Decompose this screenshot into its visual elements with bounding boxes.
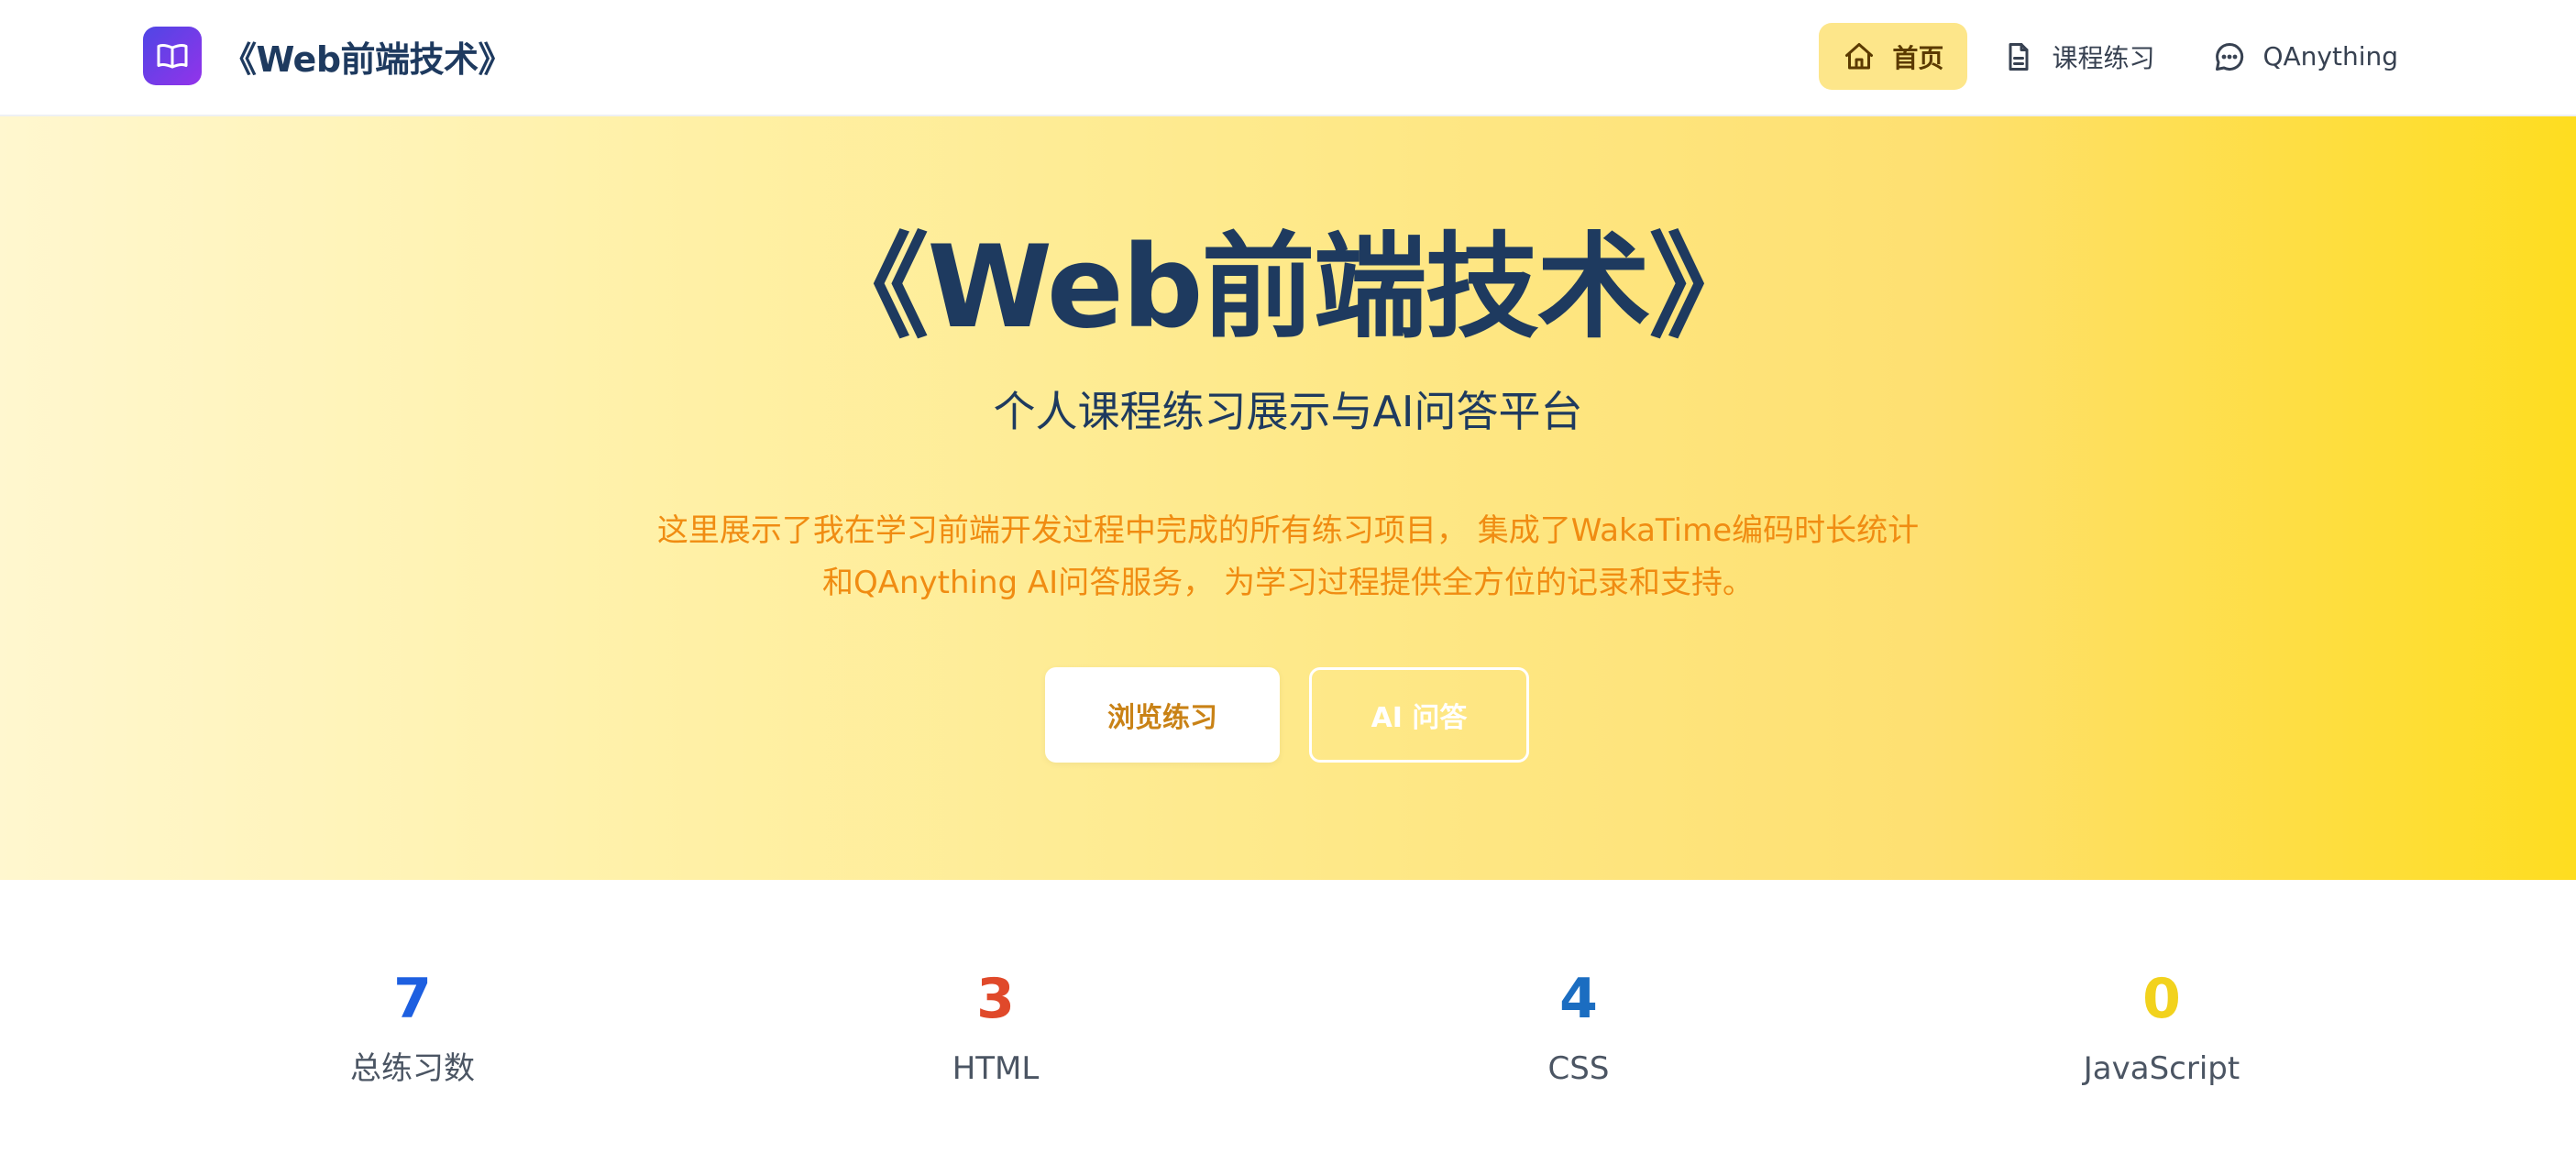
book-icon	[143, 27, 202, 85]
browse-exercises-button[interactable]: 浏览练习	[1045, 667, 1280, 763]
nav-item-exercises[interactable]: 课程练习	[1978, 23, 2178, 90]
nav-item-label: 首页	[1892, 42, 1944, 73]
chat-icon	[2213, 40, 2246, 73]
document-icon	[2002, 40, 2035, 73]
stat-html: 3 HTML	[812, 962, 1179, 1089]
hero-description: 这里展示了我在学习前端开发过程中完成的所有练习项目， 集成了WakaTime编码…	[656, 512, 1920, 601]
brand[interactable]: 《Web前端技术》	[143, 27, 513, 85]
main-nav: 首页 课程练习 QAnything	[1819, 23, 2422, 90]
hero-title: 《Web前端技术》	[815, 222, 1762, 354]
brand-title: 《Web前端技术》	[222, 38, 513, 80]
stat-value: 0	[2142, 967, 2181, 1031]
ai-qa-button[interactable]: AI 问答	[1309, 667, 1529, 763]
stat-value: 4	[1559, 967, 1598, 1031]
hero-subtitle: 个人课程练习展示与AI问答平台	[993, 387, 1583, 436]
home-icon	[1843, 40, 1876, 73]
stat-label: HTML	[952, 1050, 1040, 1087]
stat-label: 总练习数	[350, 1050, 475, 1087]
top-navbar: 《Web前端技术》 首页 课程练习 QAnything	[0, 0, 2576, 116]
stat-value: 7	[393, 967, 432, 1031]
hero-section: 《Web前端技术》 个人课程练习展示与AI问答平台 这里展示了我在学习前端开发过…	[0, 116, 2576, 880]
stat-label: JavaScript	[2083, 1050, 2240, 1087]
stat-value: 3	[976, 967, 1015, 1031]
stat-javascript: 0 JavaScript	[1978, 962, 2345, 1089]
nav-item-home[interactable]: 首页	[1819, 23, 1968, 90]
nav-item-label: QAnything	[2262, 41, 2398, 71]
stat-label: CSS	[1547, 1050, 1610, 1087]
stat-css: 4 CSS	[1395, 962, 1762, 1089]
stats-section: 7 总练习数 3 HTML 4 CSS 0 JavaScript	[0, 880, 2576, 1175]
nav-item-qanything[interactable]: QAnything	[2189, 23, 2422, 90]
stat-total: 7 总练习数	[229, 962, 596, 1089]
nav-item-label: 课程练习	[2052, 42, 2155, 73]
